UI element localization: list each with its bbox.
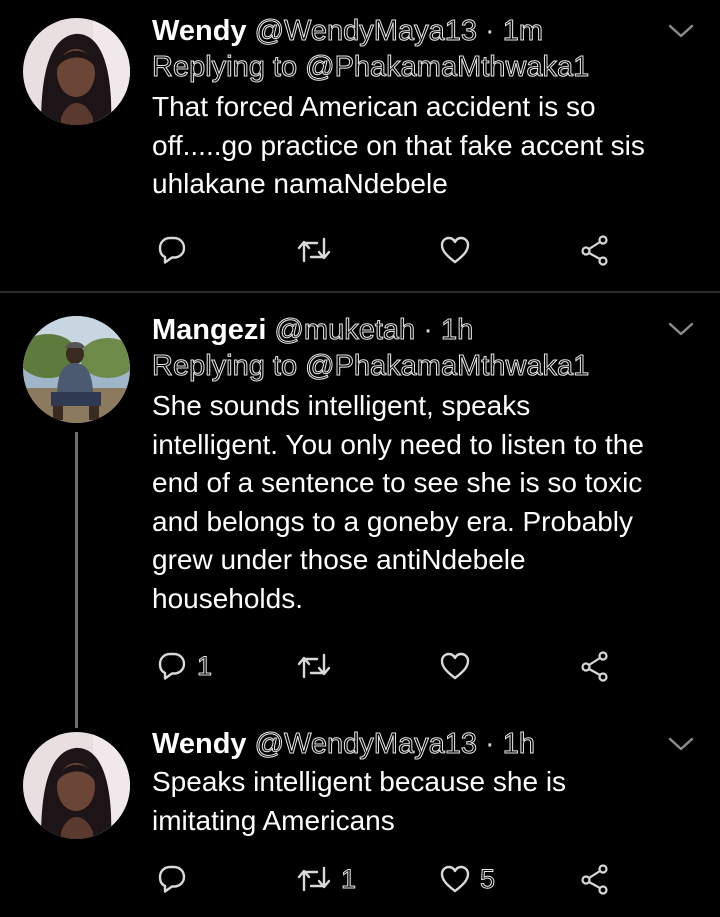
tweet-actions: 1 5 bbox=[152, 859, 622, 899]
heart-icon bbox=[440, 865, 470, 893]
avatar[interactable] bbox=[23, 732, 130, 839]
tweet-text: That forced American accident is so off.… bbox=[152, 88, 696, 204]
chevron-down-icon[interactable] bbox=[668, 321, 694, 337]
like-count: 5 bbox=[479, 863, 496, 894]
chevron-down-icon[interactable] bbox=[668, 23, 694, 39]
reply-button[interactable] bbox=[157, 859, 197, 899]
retweet-icon bbox=[297, 237, 331, 263]
share-icon bbox=[581, 235, 608, 266]
retweet-icon bbox=[297, 866, 331, 892]
tweet-text-line: and belongs to a goneby era. Probably bbox=[152, 505, 634, 537]
tweet-text-line: intelligent. You only need to listen to … bbox=[152, 428, 644, 460]
tweet-actions: 1 bbox=[152, 646, 622, 686]
timestamp[interactable]: 1h bbox=[502, 728, 535, 761]
tweet-text-line: Speaks intelligent because she is bbox=[152, 766, 567, 797]
display-name[interactable]: Mangezi bbox=[152, 314, 266, 346]
avatar[interactable] bbox=[23, 316, 130, 423]
like-button[interactable] bbox=[440, 230, 480, 270]
like-button[interactable]: 5 bbox=[440, 859, 496, 899]
user-handle[interactable]: @muketah bbox=[274, 314, 416, 347]
retweet-count: 1 bbox=[340, 863, 357, 894]
timestamp[interactable]: 1h bbox=[440, 314, 473, 347]
share-button[interactable] bbox=[579, 859, 611, 899]
tweet[interactable]: Mangezi @muketah · 1h Replying to @Phaka… bbox=[0, 293, 720, 723]
tweet-text-line: end of a sentence to see she is so toxic bbox=[152, 467, 643, 498]
tweet-text: She sounds intelligent, speaks intellige… bbox=[152, 387, 696, 618]
separator: · bbox=[423, 314, 433, 346]
retweet-icon bbox=[297, 653, 331, 679]
heart-icon bbox=[440, 652, 470, 680]
share-button[interactable] bbox=[579, 230, 611, 270]
tweet[interactable]: Wendy @WendyMaya13 · 1m Replying to @Pha… bbox=[0, 0, 720, 290]
share-icon bbox=[581, 864, 608, 895]
tweet-header: Wendy @WendyMaya13 · 1h bbox=[152, 726, 696, 762]
user-handle[interactable]: @WendyMaya13 bbox=[254, 728, 477, 761]
separator: · bbox=[485, 15, 495, 47]
reply-icon bbox=[158, 865, 186, 893]
share-icon bbox=[581, 651, 608, 682]
reply-button[interactable] bbox=[157, 230, 197, 270]
heart-icon bbox=[440, 236, 470, 264]
tweet-text-line: That forced American accident is so bbox=[152, 91, 596, 122]
reply-button[interactable]: 1 bbox=[157, 646, 213, 686]
tweet-header: Mangezi @muketah · 1h bbox=[152, 312, 696, 348]
share-button[interactable] bbox=[579, 646, 611, 686]
retweet-button[interactable]: 1 bbox=[297, 859, 357, 899]
tweet-text-line: She sounds intelligent, speaks bbox=[152, 390, 531, 421]
avatar[interactable] bbox=[23, 18, 130, 125]
tweet-text: Speaks intelligent because she is imitat… bbox=[152, 763, 696, 840]
reply-icon bbox=[158, 236, 186, 264]
like-button[interactable] bbox=[440, 646, 480, 686]
timestamp[interactable]: 1m bbox=[502, 15, 543, 48]
replying-to[interactable]: Replying to @PhakamaMthwaka1 bbox=[152, 348, 696, 386]
tweet-text-line: households. bbox=[152, 582, 304, 614]
tweet[interactable]: Wendy @WendyMaya13 · 1h Speaks intellige… bbox=[0, 723, 720, 917]
reply-count: 1 bbox=[196, 650, 213, 681]
thread-connector-line bbox=[75, 432, 78, 728]
separator: · bbox=[485, 728, 495, 760]
retweet-button[interactable] bbox=[297, 230, 341, 270]
tweet-text-line: uhlakane namaNdebele bbox=[152, 168, 448, 199]
tweet-text-line: grew under those antiNdebele bbox=[152, 544, 526, 575]
tweet-actions bbox=[152, 230, 622, 270]
tweet-text-line: off.....go practice on that fake accent … bbox=[152, 129, 645, 161]
chevron-down-icon[interactable] bbox=[668, 736, 694, 752]
user-handle[interactable]: @WendyMaya13 bbox=[254, 15, 477, 48]
tweet-text-line: imitating Americans bbox=[152, 804, 395, 836]
replying-to[interactable]: Replying to @PhakamaMthwaka1 bbox=[152, 49, 696, 87]
display-name[interactable]: Wendy bbox=[152, 15, 247, 47]
tweet-header: Wendy @WendyMaya13 · 1m bbox=[152, 13, 696, 49]
reply-icon bbox=[158, 652, 186, 680]
retweet-button[interactable] bbox=[297, 646, 341, 686]
display-name[interactable]: Wendy bbox=[152, 728, 247, 760]
